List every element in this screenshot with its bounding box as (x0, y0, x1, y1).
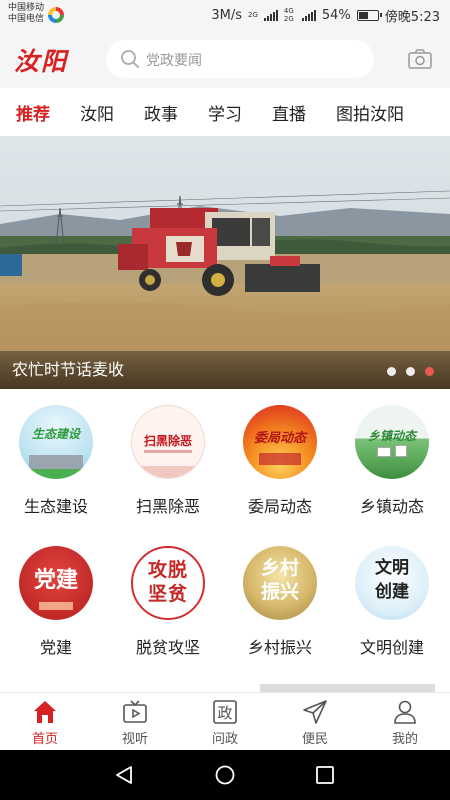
rural-revitalization-icon: 乡村振兴 (243, 546, 317, 620)
party-building-icon: 党建 (19, 546, 93, 620)
app-logo: 汝阳 (14, 47, 69, 76)
svg-text:政: 政 (217, 704, 232, 722)
network-type-2: 4G 2G (283, 7, 294, 23)
tab-ruyang[interactable]: 汝阳 (80, 100, 114, 125)
clock: 傍晚5:23 (384, 9, 440, 25)
tab-study[interactable]: 学习 (208, 100, 242, 125)
grid-item-town-news[interactable]: 乡镇动态 乡镇动态 (336, 405, 448, 517)
grid-item-civilization[interactable]: 文明创建 文明创建 (336, 546, 448, 658)
nav-mine[interactable]: 我的 (360, 693, 450, 750)
nav-label: 首页 (31, 732, 58, 747)
grid-label: 委局动态 (247, 497, 312, 516)
grid-item-ecology[interactable]: 生态建设 生态建设 (0, 405, 112, 517)
nav-av[interactable]: 视听 (90, 693, 180, 750)
grid-label: 文明创建 (359, 638, 424, 657)
status-right: 3M/s 2G 4G 2G 54% 傍晚5:23 (211, 6, 440, 25)
tab-recommend[interactable]: 推荐 (16, 100, 50, 125)
carousel-dot[interactable] (387, 367, 396, 376)
grid-item-rural[interactable]: 乡村振兴 乡村振兴 (224, 546, 336, 658)
grid-item-anti-crime[interactable]: 扫黑除恶 扫黑除恶 (112, 405, 224, 517)
tab-photo-ruyang[interactable]: 图拍汝阳 (336, 100, 404, 125)
banner-caption: 农忙时节话麦收 (12, 360, 125, 379)
carousel-dot[interactable] (406, 367, 415, 376)
search-placeholder: 党政要闻 (146, 53, 202, 69)
carrier-logo-icon (48, 7, 64, 23)
search-bar[interactable]: 党政要闻 (106, 40, 374, 78)
battery-icon (356, 9, 382, 21)
anti-crime-icon: 扫黑除恶 (131, 405, 205, 479)
nav-home[interactable]: 首页 (0, 693, 90, 750)
network-speed: 3M/s (211, 7, 242, 23)
town-news-icon: 乡镇动态 (355, 405, 429, 479)
system-nav-bar (0, 750, 450, 800)
carrier-1: 中国移动 (8, 3, 45, 13)
grid-item-poverty[interactable]: 攻脱坚贫 脱贫攻坚 (112, 546, 224, 658)
bureau-news-icon: 委局动态 (243, 405, 317, 479)
send-icon (303, 700, 327, 724)
grid-label: 生态建设 (23, 497, 88, 516)
banner-carousel[interactable]: 农忙时节话麦收 (0, 136, 450, 389)
nav-services[interactable]: 便民 (270, 693, 360, 750)
grid-label: 扫黑除恶 (135, 497, 200, 516)
status-bar: 中国移动 中国电信 3M/s 2G 4G 2G 54% 傍晚5:23 (0, 0, 450, 30)
battery-percent: 54% (321, 7, 351, 23)
civilization-icon: 文明创建 (355, 546, 429, 620)
tab-live[interactable]: 直播 (272, 100, 306, 125)
back-icon[interactable] (113, 764, 135, 786)
signal-icon (263, 9, 278, 21)
grid-label: 党建 (39, 638, 72, 657)
bottom-nav: 首页 视听 政 问政 便民 我的 (0, 692, 450, 750)
poverty-icon: 攻脱坚贫 (131, 546, 205, 620)
nav-label: 便民 (301, 732, 328, 747)
grid-label: 乡镇动态 (359, 497, 424, 516)
nav-label: 问政 (211, 732, 238, 747)
ecology-icon: 生态建设 (19, 405, 93, 479)
nav-label: 视听 (121, 732, 148, 747)
search-icon (121, 50, 139, 68)
grid-item-party-building[interactable]: 党建 党建 (0, 546, 112, 658)
network-type-1: 2G (248, 11, 258, 19)
user-icon (394, 700, 416, 724)
recents-icon[interactable] (314, 764, 336, 786)
grid-label: 乡村振兴 (247, 638, 312, 657)
app-header: 汝阳 党政要闻 (0, 30, 450, 88)
category-grid: 生态建设 生态建设 扫黑除恶 扫黑除恶 委局动态 委局动态 乡镇动态 乡镇动态 … (0, 389, 450, 689)
nav-label: 我的 (391, 732, 418, 747)
home-circle-icon[interactable] (214, 764, 236, 786)
category-tabs: 推荐 汝阳 政事 学习 直播 图拍汝阳 (0, 88, 450, 136)
grid-label: 脱贫攻坚 (135, 638, 200, 657)
grid-item-bureau-news[interactable]: 委局动态 委局动态 (224, 405, 336, 517)
carousel-indicator (387, 367, 434, 376)
home-icon (34, 701, 56, 723)
camera-icon[interactable] (408, 48, 432, 70)
nav-inquiry[interactable]: 政 问政 (180, 693, 270, 750)
carrier-2: 中国电信 (8, 14, 45, 24)
zheng-icon: 政 (213, 700, 237, 724)
carousel-dot-active[interactable] (425, 367, 434, 376)
tab-politics[interactable]: 政事 (144, 100, 178, 125)
tv-play-icon (123, 700, 147, 723)
news-thumbnail-peek[interactable] (260, 684, 435, 692)
signal-icon-2 (301, 9, 316, 21)
carrier-names: 中国移动 中国电信 (8, 3, 44, 25)
